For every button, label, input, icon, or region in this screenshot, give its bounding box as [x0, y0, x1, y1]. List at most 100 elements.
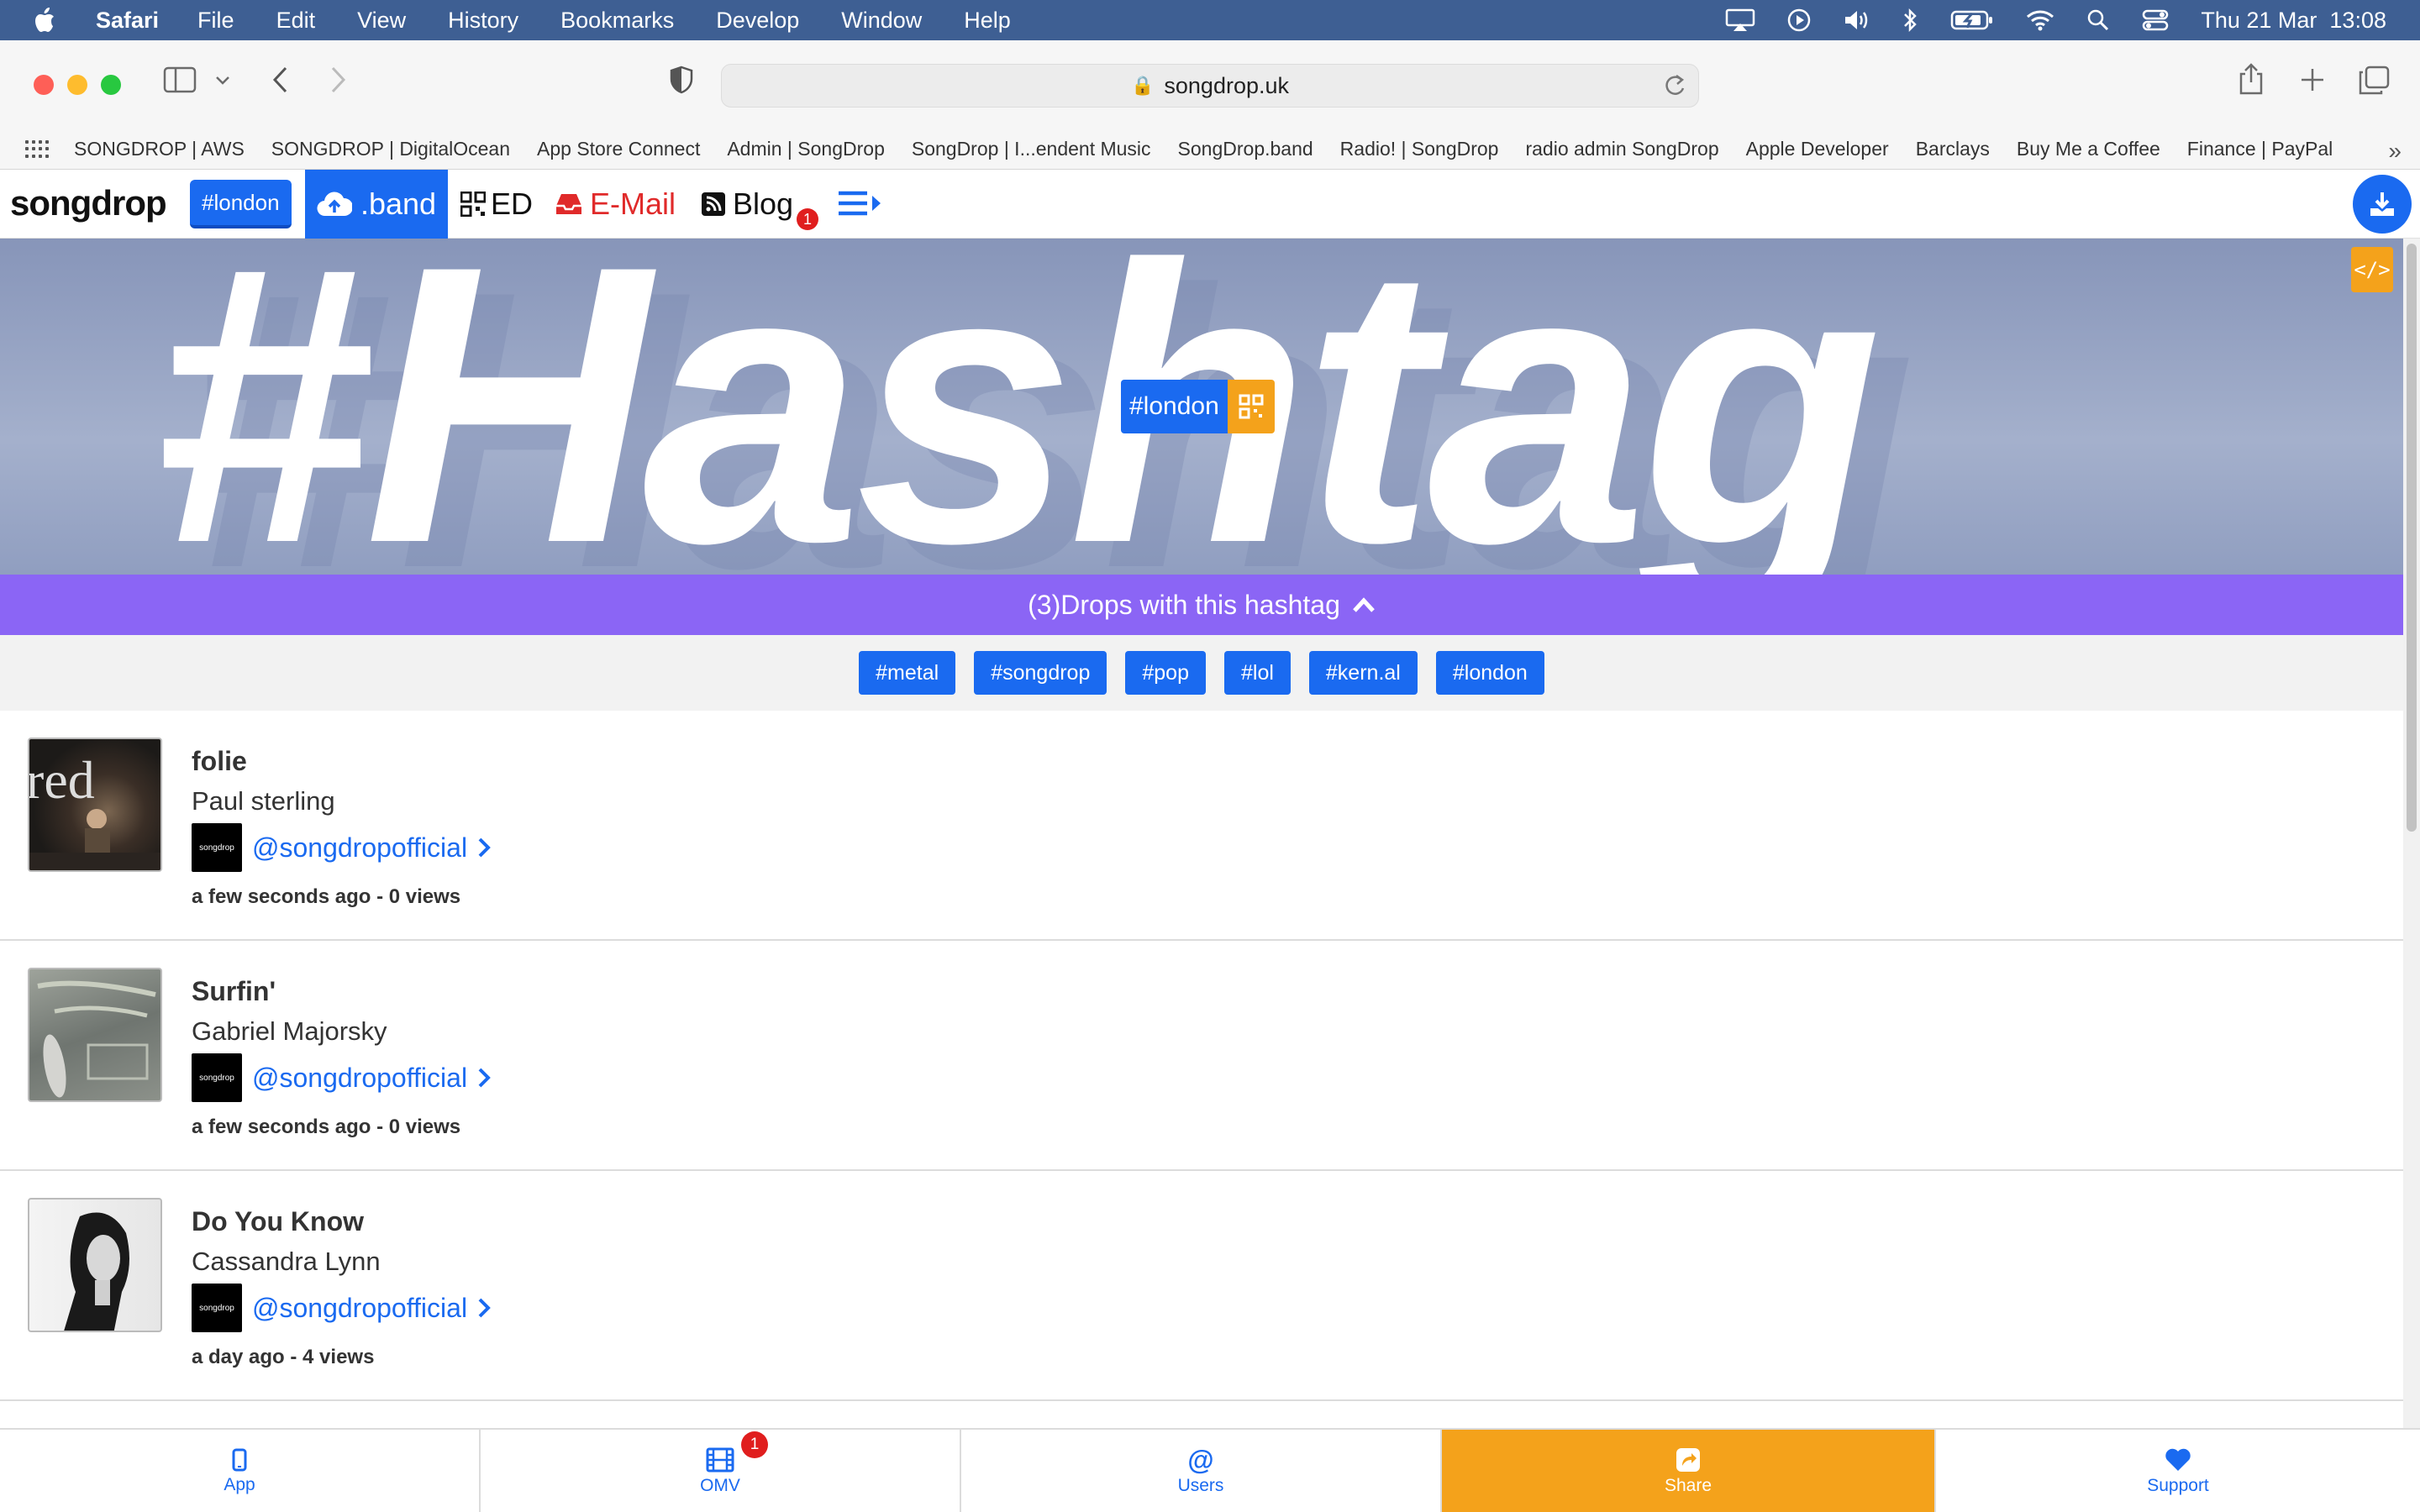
- favorite-link[interactable]: Buy Me a Coffee: [2017, 138, 2160, 160]
- heart-icon: [2165, 1448, 2191, 1471]
- tab-share[interactable]: Share: [1442, 1430, 1936, 1512]
- tab-support[interactable]: Support: [1936, 1430, 2420, 1512]
- window-zoom-button[interactable]: [101, 75, 121, 95]
- drops-count-bar[interactable]: (3)Drops with this hashtag: [0, 575, 2403, 635]
- spotlight-search-icon[interactable]: [2086, 8, 2110, 32]
- user-handle[interactable]: @songdropofficial: [252, 1063, 467, 1094]
- hashtag-hero-banner: #Hashtag #london: [0, 239, 2403, 575]
- hashtag-chip[interactable]: #lol: [1223, 651, 1291, 695]
- user-handle[interactable]: @songdropofficial: [252, 1293, 467, 1324]
- new-tab-plus-icon[interactable]: [2299, 66, 2326, 94]
- window-minimize-button[interactable]: [67, 75, 87, 95]
- tab-app[interactable]: App: [0, 1430, 481, 1512]
- chevron-down-icon[interactable]: [215, 76, 230, 86]
- share-icon[interactable]: [2238, 62, 2264, 96]
- nav-blog-label: Blog: [733, 186, 794, 221]
- nav-blog-button[interactable]: Blog: [701, 170, 793, 239]
- hero-hashtag-label[interactable]: #london: [1121, 380, 1228, 433]
- nav-band-button[interactable]: .band: [305, 170, 448, 239]
- sidebar-toggle-icon[interactable]: [163, 66, 197, 94]
- download-button[interactable]: [2353, 175, 2412, 234]
- play-icon[interactable]: [1787, 8, 1811, 32]
- user-handle[interactable]: @songdropofficial: [252, 832, 467, 864]
- nav-hashtag-button[interactable]: #london: [190, 180, 292, 228]
- favorite-link[interactable]: SongDrop | I...endent Music: [912, 138, 1151, 160]
- embed-code-icon[interactable]: </>: [2351, 247, 2393, 292]
- menu-file[interactable]: File: [197, 8, 234, 34]
- menu-window[interactable]: Window: [841, 8, 922, 34]
- hashtag-chip[interactable]: #pop: [1125, 651, 1206, 695]
- favorite-link[interactable]: Radio! | SongDrop: [1340, 138, 1499, 160]
- favorite-link[interactable]: radio admin SongDrop: [1525, 138, 1718, 160]
- tab-share-label: Share: [1664, 1476, 1712, 1495]
- lock-icon: 🔒: [1130, 75, 1155, 96]
- hashtag-chip[interactable]: #london: [1435, 651, 1544, 695]
- list-item[interactable]: red folie Paul sterling songdrop @songdr…: [0, 711, 2403, 941]
- forward-arrow-icon[interactable]: [329, 66, 348, 94]
- apple-logo-icon[interactable]: [32, 7, 62, 34]
- menu-develop[interactable]: Develop: [716, 8, 799, 34]
- privacy-shield-icon[interactable]: [669, 66, 694, 94]
- favorites-grid-icon[interactable]: [25, 139, 49, 159]
- drop-title[interactable]: Surfin': [192, 976, 276, 1007]
- list-item[interactable]: Surfin' Gabriel Majorsky songdrop @songd…: [0, 941, 2403, 1171]
- tab-support-label: Support: [2147, 1476, 2209, 1495]
- window-close-button[interactable]: [34, 75, 54, 95]
- volume-icon[interactable]: [1843, 8, 1870, 32]
- drop-title[interactable]: Do You Know: [192, 1206, 364, 1237]
- menu-edit[interactable]: Edit: [276, 8, 316, 34]
- control-center-icon[interactable]: [2142, 8, 2169, 32]
- hashtag-chip[interactable]: #songdrop: [974, 651, 1107, 695]
- nav-ed-button[interactable]: ED: [460, 170, 533, 239]
- hero-hashtag-chip[interactable]: #london: [1121, 380, 1275, 433]
- tab-users[interactable]: @ Users: [961, 1430, 1442, 1512]
- favorite-link[interactable]: Finance | PayPal: [2187, 138, 2333, 160]
- album-cover[interactable]: [28, 968, 162, 1102]
- browser-toolbar: 🔒 songdrop.uk: [0, 40, 2420, 129]
- favorite-link[interactable]: App Store Connect: [537, 138, 700, 160]
- list-item[interactable]: Do You Know Cassandra Lynn songdrop @son…: [0, 1171, 2403, 1401]
- drop-user-link[interactable]: songdrop @songdropofficial: [192, 1053, 491, 1102]
- tab-omv[interactable]: OMV 1: [481, 1430, 961, 1512]
- hero-qr-button[interactable]: [1227, 380, 1275, 433]
- qr-code-icon: [460, 192, 486, 217]
- favorites-bar: SONGDROP | AWS SONGDROP | DigitalOcean A…: [0, 129, 2420, 170]
- chevron-up-icon: [1353, 597, 1375, 612]
- avatar: songdrop: [192, 823, 242, 872]
- menu-help[interactable]: Help: [964, 8, 1011, 34]
- drop-user-link[interactable]: songdrop @songdropofficial: [192, 1284, 491, 1332]
- favorite-link[interactable]: SongDrop.band: [1178, 138, 1313, 160]
- menu-bookmarks[interactable]: Bookmarks: [560, 8, 674, 34]
- hashtag-chip[interactable]: #kern.al: [1308, 651, 1418, 695]
- menu-view[interactable]: View: [357, 8, 406, 34]
- drop-user-link[interactable]: songdrop @songdropofficial: [192, 823, 491, 872]
- favorite-link[interactable]: SONGDROP | DigitalOcean: [271, 138, 510, 160]
- menu-list-icon[interactable]: [837, 188, 882, 218]
- wifi-icon[interactable]: [2026, 9, 2054, 31]
- battery-icon[interactable]: [1950, 9, 1994, 31]
- favorite-link[interactable]: SONGDROP | AWS: [74, 138, 245, 160]
- favorite-link[interactable]: Admin | SongDrop: [727, 138, 885, 160]
- drop-title[interactable]: folie: [192, 746, 247, 777]
- tab-overview-icon[interactable]: [2358, 66, 2390, 96]
- menu-history[interactable]: History: [448, 8, 518, 34]
- nav-email-button[interactable]: E-Mail: [555, 170, 676, 239]
- favorites-overflow-icon[interactable]: »: [2388, 138, 2402, 165]
- album-cover[interactable]: red: [28, 738, 162, 872]
- album-cover[interactable]: [28, 1198, 162, 1332]
- drop-meta: a day ago - 4 views: [192, 1346, 375, 1368]
- favorite-link[interactable]: Apple Developer: [1746, 138, 1889, 160]
- nav-ed-label: ED: [491, 186, 534, 221]
- menu-app-name[interactable]: Safari: [96, 8, 159, 34]
- bluetooth-icon[interactable]: [1902, 8, 1918, 33]
- address-bar[interactable]: 🔒 songdrop.uk: [721, 64, 1699, 108]
- menubar-clock[interactable]: Thu 21 Mar 13:08: [2201, 8, 2386, 34]
- site-logo[interactable]: songdrop: [10, 183, 167, 223]
- back-arrow-icon[interactable]: [271, 66, 289, 94]
- page-scrollbar-thumb[interactable]: [2407, 244, 2417, 832]
- hashtag-chip[interactable]: #metal: [859, 651, 956, 695]
- favorite-link[interactable]: Barclays: [1916, 138, 1990, 160]
- reload-icon[interactable]: [1663, 73, 1686, 98]
- airplay-icon[interactable]: [1725, 8, 1755, 32]
- drop-artist: Paul sterling: [192, 786, 335, 816]
